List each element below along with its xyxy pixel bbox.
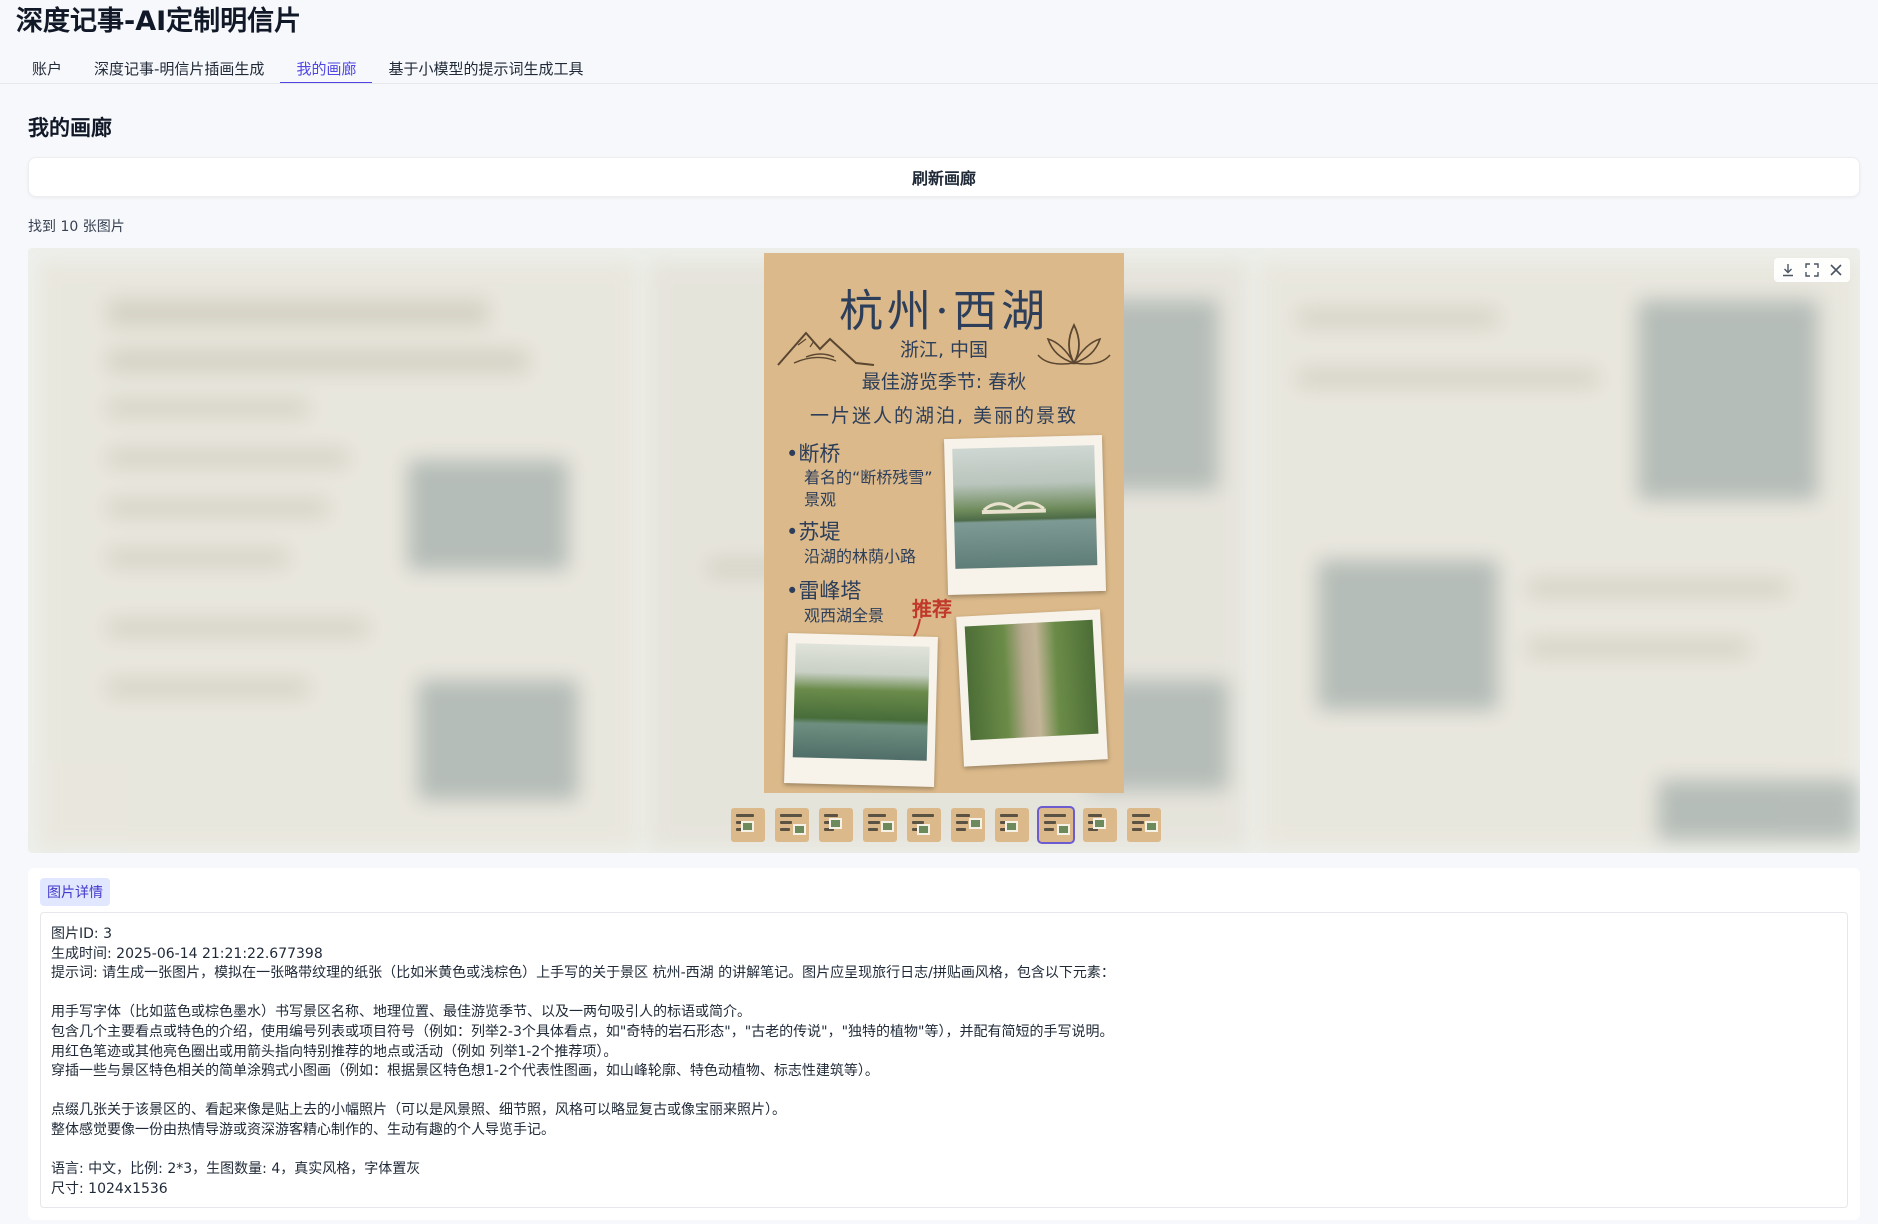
photo-polaroid — [956, 609, 1108, 767]
gallery-thumbnail[interactable] — [1037, 806, 1075, 844]
preview-controls — [1774, 258, 1850, 282]
app-title: 深度记事-AI定制明信片 — [16, 6, 302, 37]
tab-divider — [0, 83, 1878, 84]
photo-polaroid — [784, 633, 938, 787]
postcard-slogan: 一片迷人的湖泊, 美丽的景致 — [809, 405, 1079, 427]
image-details-tag: 图片详情 — [40, 878, 110, 906]
fullscreen-icon[interactable] — [1802, 260, 1822, 280]
close-icon[interactable] — [1826, 260, 1846, 280]
blurred-background-card — [1258, 260, 1858, 850]
gallery-thumbnail[interactable] — [775, 808, 809, 842]
tab-my-gallery[interactable]: 我的画廊 — [280, 52, 373, 84]
postcard-item-desc: 沿湖的林荫小路 — [804, 547, 917, 566]
tab-bar: 账户 深度记事-明信片插画生成 我的画廊 基于小模型的提示词生成工具 — [16, 52, 599, 84]
postcard-item-name: •断桥 — [786, 442, 841, 466]
postcard-season: 最佳游览季节: 春秋 — [861, 371, 1027, 393]
postcard-item-name: •苏堤 — [786, 520, 841, 544]
blurred-background-card — [38, 260, 638, 850]
postcard-item-desc: 观西湖全景 — [804, 606, 885, 625]
gallery-thumbnail[interactable] — [863, 808, 897, 842]
gallery-thumbnail[interactable] — [907, 808, 941, 842]
tab-prompt-tool[interactable]: 基于小模型的提示词生成工具 — [372, 52, 599, 84]
photo-polaroid — [943, 434, 1107, 596]
gallery-thumbnail[interactable] — [951, 808, 985, 842]
image-details-text: 图片ID: 3 生成时间: 2025-06-14 21:21:22.677398… — [40, 912, 1848, 1208]
postcard-item-desc: 着名的“断桥残雪” 景观 — [804, 468, 933, 509]
postcard-item-name: •雷峰塔 — [786, 579, 862, 603]
tab-postcard-generation[interactable]: 深度记事-明信片插画生成 — [78, 52, 280, 84]
gallery-thumbnail[interactable] — [819, 808, 853, 842]
gallery-preview: 杭州·西湖 浙江, 中国 最佳游览季节: 春秋 一片迷人的湖泊, 美丽的景致 •… — [28, 248, 1860, 853]
tab-account[interactable]: 账户 — [16, 52, 78, 84]
gallery-thumbnail[interactable] — [995, 808, 1029, 842]
image-details-panel: 图片详情 图片ID: 3 生成时间: 2025-06-14 21:21:22.6… — [28, 868, 1860, 1220]
gallery-thumbnail[interactable] — [731, 808, 765, 842]
postcard-image[interactable]: 杭州·西湖 浙江, 中国 最佳游览季节: 春秋 一片迷人的湖泊, 美丽的景致 •… — [764, 253, 1124, 793]
postcard-location: 浙江, 中国 — [899, 339, 989, 361]
refresh-gallery-button[interactable]: 刷新画廊 — [28, 157, 1860, 197]
gallery-thumbnail[interactable] — [1127, 808, 1161, 842]
download-icon[interactable] — [1778, 260, 1798, 280]
thumbnail-strip — [731, 806, 1161, 844]
image-count-text: 找到 10 张图片 — [28, 219, 125, 235]
gallery-thumbnail[interactable] — [1083, 808, 1117, 842]
section-title: 我的画廊 — [28, 116, 112, 140]
